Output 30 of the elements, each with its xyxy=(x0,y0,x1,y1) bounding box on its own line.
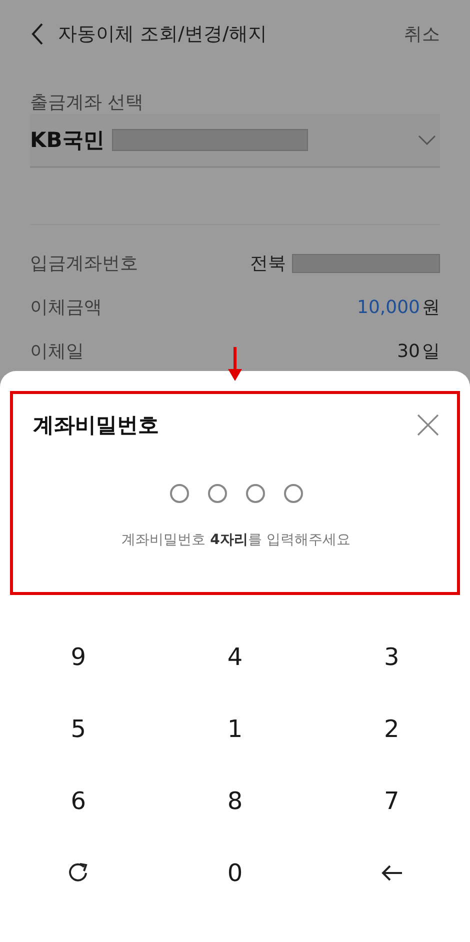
hint-text: 계좌비밀번호 4자리를 입력해주세요 xyxy=(120,531,352,549)
detail-label: 이체금액 xyxy=(30,296,102,319)
sheet-title: 계좌비밀번호 xyxy=(33,412,159,439)
back-icon[interactable] xyxy=(30,22,44,46)
keypad-key[interactable]: 9 xyxy=(56,639,100,675)
chevron-down-icon xyxy=(418,135,436,145)
keypad-key[interactable]: 7 xyxy=(370,783,414,819)
detail-value: 10,000 xyxy=(357,296,420,318)
page-title: 자동이체 조회/변경/해지 xyxy=(58,22,268,47)
account-dropdown[interactable]: KB국민 xyxy=(30,114,440,168)
detail-label: 이체일 xyxy=(30,340,84,363)
detail-value: 30 xyxy=(397,340,420,362)
refresh-icon[interactable] xyxy=(67,862,90,884)
arrow-icon xyxy=(227,347,243,383)
keypad-key[interactable]: 3 xyxy=(370,639,414,675)
detail-label: 입금계좌번호 xyxy=(30,252,138,275)
keypad-key[interactable]: 8 xyxy=(213,783,257,819)
cancel-link[interactable]: 취소 xyxy=(404,22,440,46)
unit-label: 일 xyxy=(422,340,440,363)
close-icon[interactable] xyxy=(417,414,439,436)
keypad-key[interactable]: 4 xyxy=(213,639,257,675)
unit-label: 원 xyxy=(422,296,440,319)
keypad-key[interactable]: 0 xyxy=(213,855,257,891)
keypad-key[interactable]: 6 xyxy=(56,783,100,819)
field-label: 출금계좌 선택 xyxy=(30,91,145,114)
back-arrow-icon[interactable] xyxy=(380,864,403,882)
keypad-key[interactable]: 5 xyxy=(56,711,100,747)
keypad-key[interactable]: 1 xyxy=(213,711,257,747)
keypad-key[interactable]: 2 xyxy=(370,711,414,747)
detail-value: 전북 xyxy=(250,252,286,275)
